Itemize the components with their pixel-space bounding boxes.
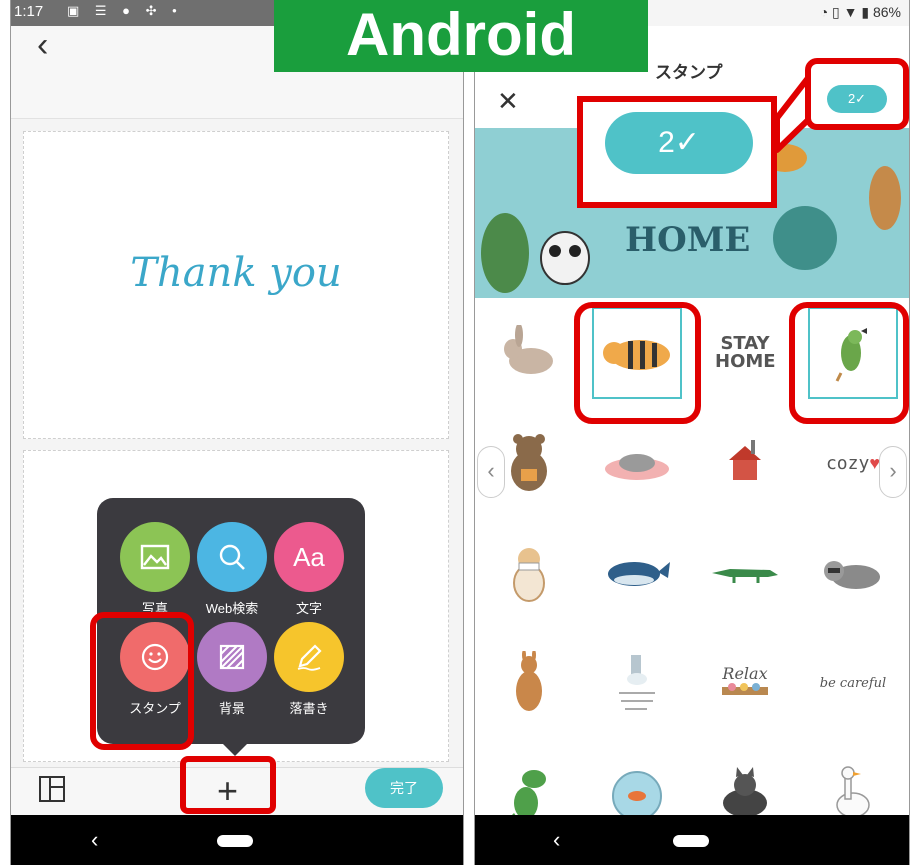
sticker-wash-hands[interactable] (583, 628, 691, 738)
cat-sleeping-icon (605, 454, 669, 480)
sticker-parrot[interactable] (799, 298, 907, 408)
selected-frame (592, 307, 682, 399)
nav-back-icon[interactable]: ‹ (553, 827, 560, 853)
add-button[interactable]: + (217, 768, 238, 814)
dog-icon (513, 548, 545, 602)
selected-count-button[interactable]: 2✓ (827, 85, 887, 113)
tool-background-label: 背景 (218, 701, 245, 716)
sticker-raccoon[interactable] (799, 518, 907, 628)
sticker-tiger[interactable] (583, 298, 691, 408)
sticker-dog[interactable] (475, 518, 583, 628)
sticker-cat[interactable] (691, 738, 799, 815)
card-text[interactable]: Thank you (24, 250, 448, 296)
fishbowl-icon (612, 771, 662, 815)
tool-photo[interactable]: 写真 (115, 522, 195, 617)
tool-doodle[interactable]: 落書き (269, 622, 349, 717)
text-icon: Aa (274, 522, 344, 592)
smiley-icon (120, 622, 190, 692)
relax-text: Relax (722, 664, 768, 683)
sticker-relax[interactable]: Relax (691, 628, 799, 738)
tool-background[interactable]: 背景 (192, 622, 272, 717)
sticker-cat-sleeping[interactable] (583, 408, 691, 518)
image-icon (120, 522, 190, 592)
cat-icon (723, 767, 767, 815)
selected-frame (808, 307, 898, 399)
editor-toolbar: + 完了 (11, 767, 463, 816)
crocodile-icon (712, 569, 778, 583)
card-page-front[interactable]: Thank you (23, 131, 449, 439)
sticker-rabbit[interactable] (475, 298, 583, 408)
close-icon[interactable]: ✕ (497, 86, 519, 117)
stay-home-text: STAY HOME (715, 333, 776, 372)
nav-home-icon[interactable] (217, 835, 253, 847)
goose-icon (836, 766, 870, 815)
nav-home-icon[interactable] (673, 835, 709, 847)
rabbit-icon (504, 325, 553, 374)
sticker-be-careful[interactable]: be careful (799, 628, 907, 738)
layout-icon[interactable] (39, 776, 65, 802)
sweets-tray-icon (722, 683, 768, 695)
be-careful-text: be careful (819, 675, 887, 691)
sticker-kangaroo[interactable] (475, 628, 583, 738)
status-time: 1:17 (14, 3, 44, 20)
kangaroo-icon (516, 651, 542, 711)
dinosaur-icon (512, 770, 546, 815)
tool-web-search-label: Web検索 (205, 601, 259, 616)
nav-back-icon[interactable]: ‹ (91, 827, 98, 853)
next-page-arrow[interactable]: › (879, 446, 907, 498)
battery-percent: 86% (872, 4, 901, 20)
page-title: スタンプ (655, 63, 723, 82)
sticker-crocodile[interactable] (691, 518, 799, 628)
count-callout: 2✓ (577, 96, 777, 208)
sticker-fishbowl[interactable] (583, 738, 691, 815)
pattern-icon (197, 622, 267, 692)
back-chevron-icon[interactable]: ‹ (37, 28, 48, 62)
add-menu-popup: 写真 Web検索 Aa 文字 スタンプ 背景 落書き (97, 498, 365, 756)
callout-count-pill: 2✓ (605, 112, 753, 174)
search-icon (197, 522, 267, 592)
tool-text[interactable]: Aa 文字 (269, 522, 349, 617)
done-button[interactable]: 完了 (365, 768, 443, 808)
tool-photo-label: 写真 (141, 601, 168, 616)
platform-label: Android (274, 0, 648, 72)
tool-stamp[interactable]: スタンプ (115, 622, 195, 717)
raccoon-icon (824, 561, 880, 589)
status-right: ◔ ▯ ▼ ▮ 86% (819, 4, 901, 20)
pencil-icon (274, 622, 344, 692)
left-phone-screen: 1:17 ▣ ☰ ● ✣ • ‹ Thank you 写真 Web検索 Aa 文… (10, 0, 464, 865)
sticker-goose[interactable] (799, 738, 907, 815)
notification-icons: ▣ ☰ ● ✣ • (67, 3, 183, 18)
tool-web-search[interactable]: Web検索 (192, 522, 272, 617)
system-nav-bar-right: ‹ (475, 815, 909, 865)
sticker-grid: STAY HOME cozy ♥ Relax be careful ‹ › (475, 298, 909, 815)
sticker-dinosaur[interactable] (475, 738, 583, 815)
banner-word: HOME (625, 220, 751, 260)
sticker-whale[interactable] (583, 518, 691, 628)
wash-hands-icon (619, 655, 655, 710)
whale-icon (608, 562, 670, 586)
sticker-house[interactable] (691, 408, 799, 518)
tool-text-label: 文字 (295, 601, 322, 616)
tool-stamp-label: スタンプ (129, 701, 181, 716)
sticker-stay-home[interactable]: STAY HOME (691, 298, 799, 408)
relax-group: Relax (720, 664, 770, 702)
cozy-text: cozy (825, 452, 870, 474)
bear-icon (511, 434, 547, 491)
house-icon (729, 440, 761, 480)
system-nav-bar: ‹ (11, 815, 463, 865)
tool-doodle-label: 落書き (289, 701, 329, 716)
prev-page-arrow[interactable]: ‹ (477, 446, 505, 498)
